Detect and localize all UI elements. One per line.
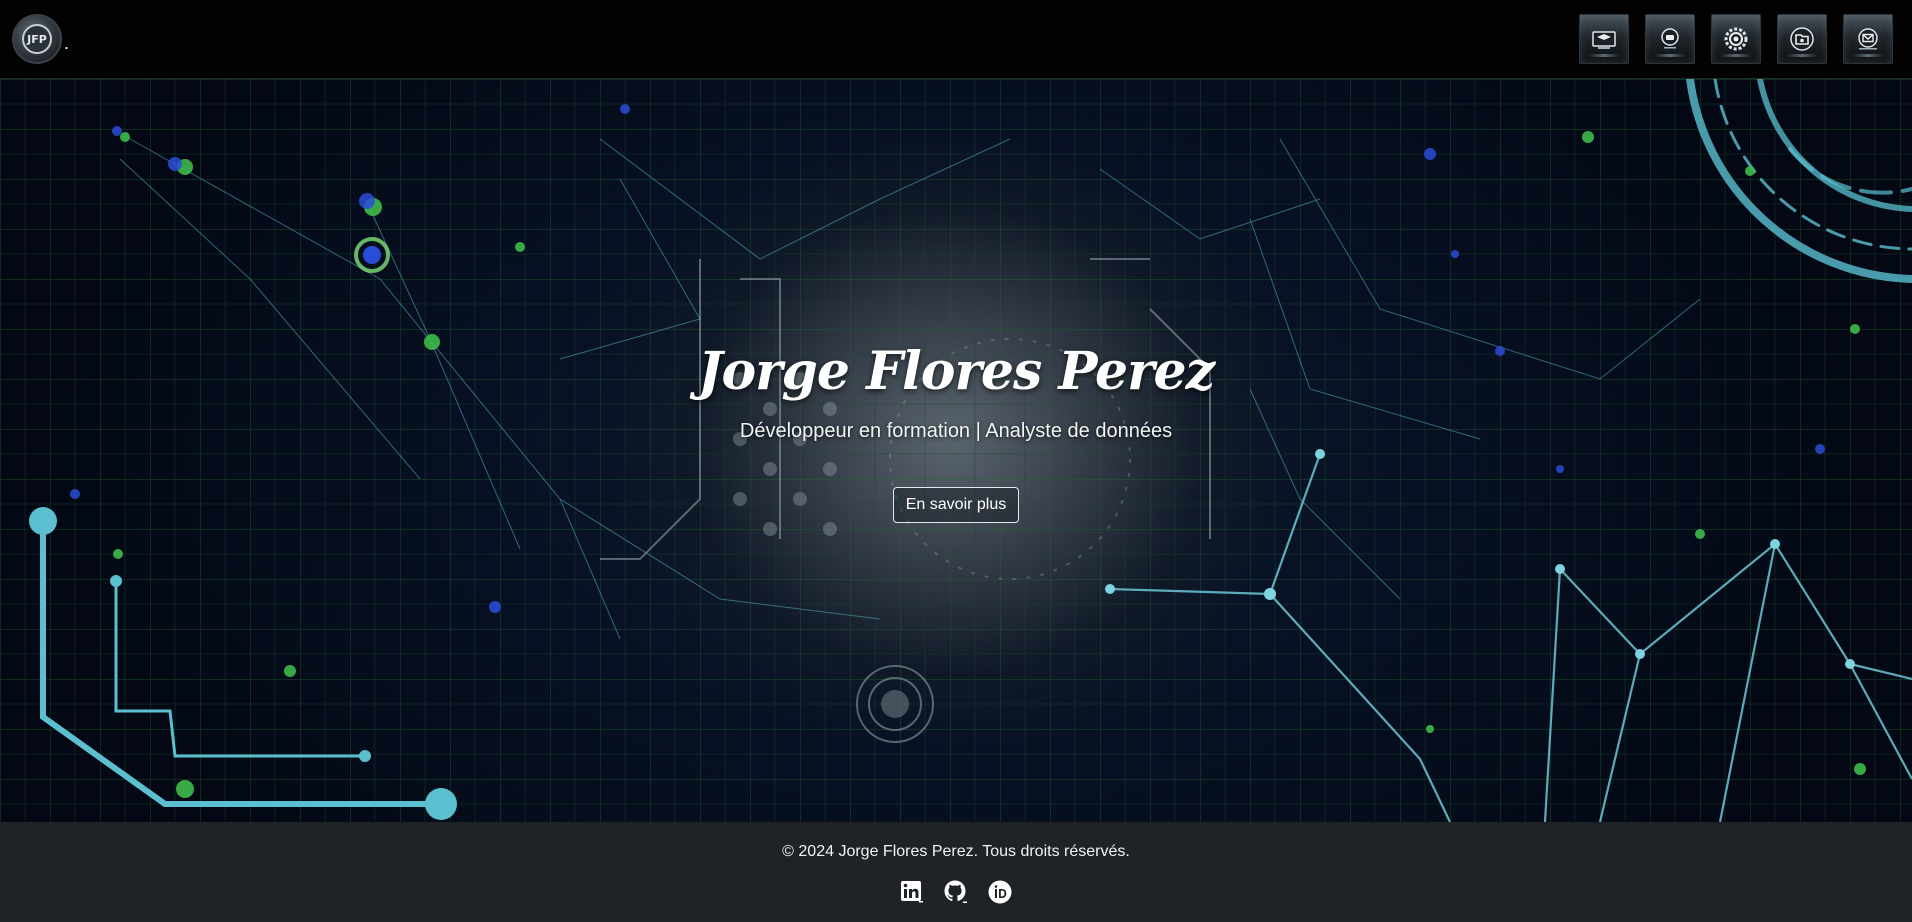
learn-more-button[interactable]: En savoir plus [892,487,1020,523]
brand[interactable]: JFP . [12,14,69,64]
site-logo[interactable]: JFP [12,14,62,64]
nav-contact-button[interactable] [1843,14,1893,64]
experience-icon [1661,28,1679,49]
nav-projects-button[interactable] [1777,14,1827,64]
nav-icon-bar [1579,14,1893,64]
mail-icon [1858,28,1878,50]
nav-education-button[interactable] [1579,14,1629,64]
footer: © 2024 Jorge Flores Perez. Tous droits r… [0,822,1912,922]
nav-skills-button[interactable] [1711,14,1761,64]
orcid-icon [988,880,1012,904]
social-links [899,879,1013,905]
education-icon [1592,31,1616,49]
gear-icon [1724,27,1748,51]
hero-content: Jorge Flores Perez Développeur en format… [0,79,1912,822]
github-link[interactable] [943,879,969,905]
hero-subtitle: Développeur en formation | Analyste de d… [739,420,1173,442]
navbar: JFP . [0,0,1912,79]
logo-monogram: JFP [22,24,52,54]
github-icon [944,880,967,903]
folder-icon [1790,27,1814,51]
brand-suffix: . [64,32,70,53]
copyright-text: © 2024 Jorge Flores Perez. Tous droits r… [782,843,1130,860]
hero-title: Jorge Flores Perez [697,341,1215,402]
orcid-link[interactable] [987,879,1013,905]
nav-experience-button[interactable] [1645,14,1695,64]
linkedin-link[interactable] [899,879,925,905]
hero-section: Jorge Flores Perez Développeur en format… [0,79,1912,822]
linkedin-icon [901,881,923,903]
